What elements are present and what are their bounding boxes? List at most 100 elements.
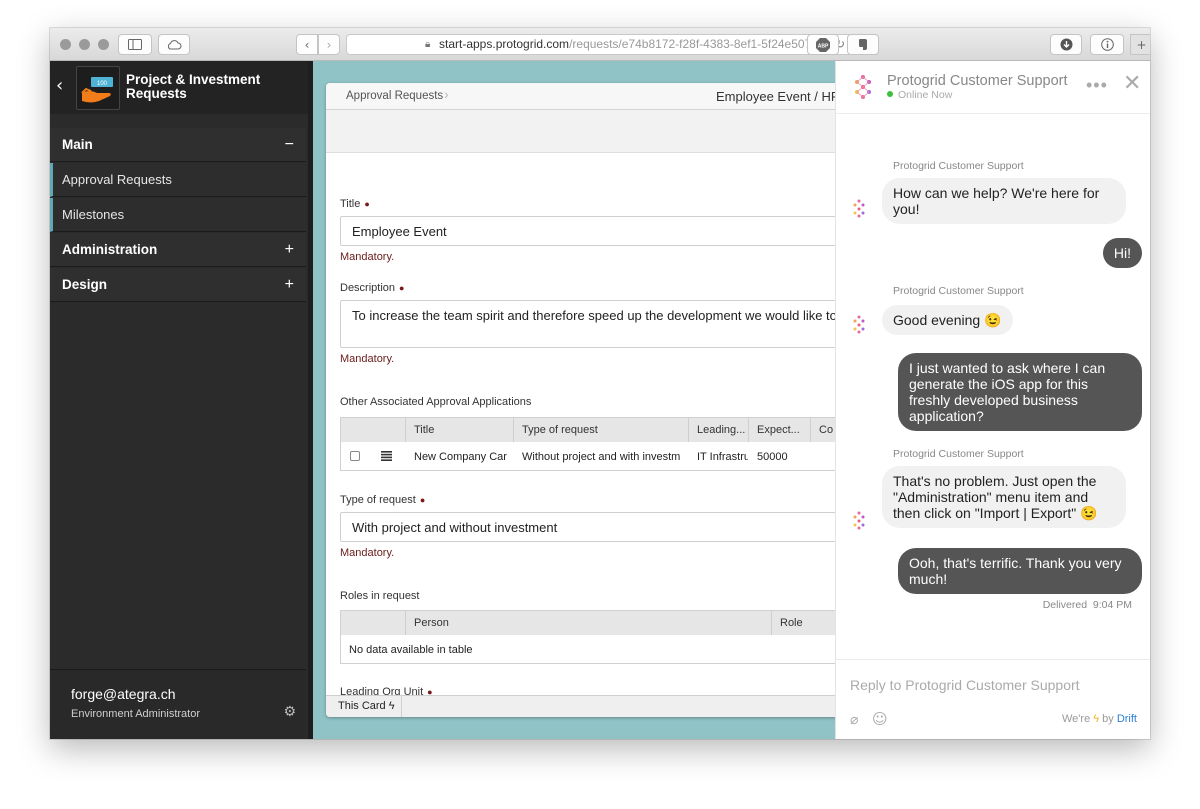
info-icon[interactable] — [1090, 34, 1124, 55]
title-label: Title ● — [340, 198, 370, 210]
evernote-icon[interactable] — [847, 34, 879, 55]
reply-input[interactable]: Reply to Protogrid Customer Support — [850, 677, 1080, 693]
agent-message: Good evening 😉 — [882, 305, 1013, 335]
sidebar-section-design[interactable]: Design + — [50, 268, 306, 302]
bolt-icon: ϟ — [1093, 713, 1100, 725]
card-footer: This Card ϟ — [326, 695, 846, 717]
card-title: Employee Event / HR — [716, 89, 841, 104]
download-icon[interactable] — [1050, 34, 1082, 55]
adblock-icon[interactable]: ABP — [807, 34, 839, 55]
description-label: Description ● — [340, 282, 405, 294]
svg-text:ABP: ABP — [818, 43, 829, 49]
record-card: Approval Requests › Employee Event / HR … — [326, 83, 846, 717]
user-panel: forge@ategra.ch Environment Administrato… — [50, 669, 306, 739]
message-sender: Protogrid Customer Support — [893, 160, 1024, 172]
online-status: Online Now — [887, 89, 952, 101]
chat-reply-area[interactable]: Reply to Protogrid Customer Support ⌀ ☺ … — [836, 659, 1150, 739]
column-header[interactable]: Expect... — [748, 418, 810, 442]
table-cell[interactable]: 50000 — [749, 443, 811, 471]
sidebar-item-label: Approval Requests — [62, 172, 172, 187]
address-bar[interactable]: 🔒︎ start-apps.protogrid.com/requests/e74… — [346, 34, 852, 55]
close-icon[interactable]: ✕ — [1123, 73, 1141, 95]
lock-icon: 🔒︎ — [425, 39, 431, 50]
emoji-icon[interactable]: ☺ — [872, 710, 888, 728]
agent-avatar-icon — [853, 199, 865, 218]
online-dot-icon — [887, 91, 893, 97]
more-options-icon[interactable]: ••• — [1086, 75, 1108, 96]
zoom-window-button[interactable] — [98, 39, 109, 50]
svg-text:100: 100 — [97, 81, 108, 87]
delivery-status: Delivered 9:04 PM — [1042, 599, 1132, 611]
sidebar-item-label: Milestones — [62, 207, 125, 222]
breadcrumb[interactable]: Approval Requests — [346, 90, 443, 102]
section-label: Design — [62, 277, 108, 292]
agent-message: That's no problem. Just open the "Admini… — [882, 466, 1126, 528]
url-text: start-apps.protogrid.com/requests/e74b81… — [439, 37, 819, 51]
empty-table-message: No data available in table — [349, 644, 473, 656]
required-icon: ● — [364, 199, 370, 209]
gear-icon[interactable]: ⚙ — [283, 704, 296, 720]
sidebar-header: ‹ 100 Project & Investment Requests — [50, 61, 308, 114]
associated-applications-table: Title Type of request Leading... Expect.… — [340, 417, 846, 471]
expand-icon[interactable]: + — [285, 268, 294, 302]
agent-name: Protogrid Customer Support — [887, 73, 1068, 89]
section-label: Main — [62, 137, 93, 152]
close-window-button[interactable] — [60, 39, 71, 50]
column-header[interactable]: Type of request — [513, 418, 688, 442]
expand-icon[interactable]: + — [285, 233, 294, 267]
card-toolbar — [326, 110, 846, 153]
app-title: Project & Investment Requests — [126, 72, 261, 101]
row-menu-icon[interactable] — [373, 443, 405, 471]
this-card-tab[interactable]: This Card ϟ — [326, 696, 402, 717]
column-header[interactable]: Person — [405, 611, 771, 635]
agent-avatar-icon — [853, 315, 865, 334]
app-sidebar: ‹ 100 Project & Investment Requests Main… — [50, 61, 308, 739]
browser-window: ‹ › 🔒︎ start-apps.protogrid.com/requests… — [50, 28, 1150, 739]
table-cell[interactable]: New Company Car — [406, 443, 513, 471]
user-message: Hi! — [1102, 238, 1142, 268]
browser-toolbar: ‹ › 🔒︎ start-apps.protogrid.com/requests… — [50, 28, 1150, 61]
roles-label: Roles in request — [340, 590, 420, 602]
sidebar-item-approval-requests[interactable]: Approval Requests — [50, 163, 306, 197]
minimize-window-button[interactable] — [79, 39, 90, 50]
attachment-icon[interactable]: ⌀ — [850, 712, 858, 728]
protogrid-logo-icon — [855, 75, 871, 99]
required-icon: ● — [419, 495, 426, 505]
title-field[interactable]: Employee Event — [340, 216, 846, 246]
chat-header: Protogrid Customer Support Online Now ••… — [836, 61, 1150, 114]
app-logo: 100 — [76, 66, 120, 110]
table-cell[interactable]: IT Infrastru — [689, 443, 748, 471]
other-applications-label: Other Associated Approval Applications — [340, 396, 532, 408]
back-arrow-icon[interactable]: ‹ — [56, 75, 63, 96]
agent-avatar-icon — [853, 511, 865, 530]
sidebar-icon[interactable] — [118, 34, 152, 55]
description-field[interactable]: To increase the team spirit and therefor… — [340, 300, 846, 348]
forward-icon[interactable]: › — [318, 34, 340, 55]
column-header[interactable]: Title — [405, 418, 513, 442]
message-sender: Protogrid Customer Support — [893, 285, 1024, 297]
collapse-icon[interactable]: − — [285, 128, 294, 162]
column-header[interactable]: Leading... — [688, 418, 748, 442]
sidebar-section-main[interactable]: Main − — [50, 128, 306, 162]
breadcrumb-separator-icon: › — [444, 86, 449, 102]
mandatory-note: Mandatory. — [340, 251, 395, 263]
sidebar-item-milestones[interactable]: Milestones — [50, 198, 306, 232]
type-of-request-label: Type of request ● — [340, 494, 426, 506]
type-of-request-field[interactable]: With project and without investment — [340, 512, 846, 542]
table-cell[interactable]: Without project and with investm — [514, 443, 688, 471]
user-message: Ooh, that's terrific. Thank you very muc… — [898, 548, 1142, 594]
card-header: Approval Requests › Employee Event / HR — [326, 83, 846, 110]
drift-branding[interactable]: We're ϟ by Drift — [1062, 713, 1137, 725]
new-tab-icon[interactable]: + — [1130, 34, 1150, 55]
user-email: forge@ategra.ch — [71, 686, 176, 702]
roles-table: Person Role No data available in table — [340, 610, 846, 664]
required-icon: ● — [399, 283, 405, 293]
sidebar-section-administration[interactable]: Administration + — [50, 233, 306, 267]
back-icon[interactable]: ‹ — [296, 34, 318, 55]
mandatory-note: Mandatory. — [340, 353, 395, 365]
row-checkbox[interactable] — [341, 443, 373, 471]
agent-message: How can we help? We're here for you! — [882, 178, 1126, 224]
cloud-icon[interactable] — [158, 34, 190, 55]
message-sender: Protogrid Customer Support — [893, 448, 1024, 460]
user-message: I just wanted to ask where I can generat… — [898, 353, 1142, 431]
